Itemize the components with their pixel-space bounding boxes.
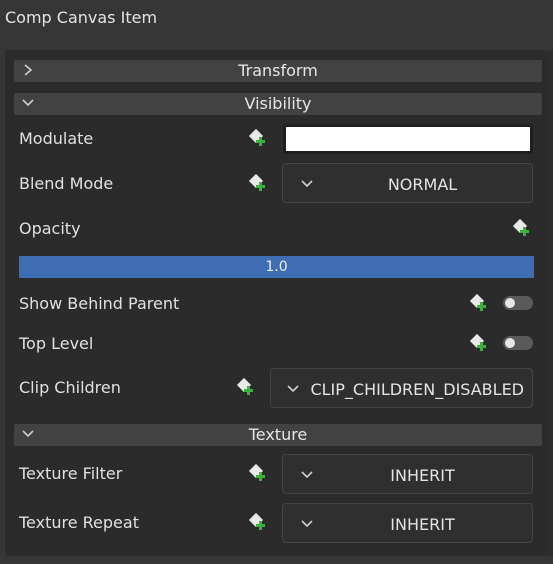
modulate-label: Modulate <box>19 129 94 148</box>
show-behind-parent-label: Show Behind Parent <box>19 294 180 313</box>
blend-mode-label: Blend Mode <box>19 174 114 193</box>
scrollbar-track[interactable] <box>547 50 553 556</box>
texture-repeat-value: INHERIT <box>390 515 455 534</box>
section-texture-label: Texture <box>248 425 308 444</box>
opacity-slider[interactable]: 1.0 <box>19 256 534 278</box>
keyframe-add-icon[interactable] <box>248 128 268 148</box>
top-level-toggle[interactable] <box>503 336 533 350</box>
inspector-title: Comp Canvas Item <box>5 8 158 27</box>
opacity-value: 1.0 <box>265 259 288 275</box>
section-visibility-header[interactable]: Visibility <box>14 93 542 115</box>
texture-filter-value: INHERIT <box>390 466 455 485</box>
keyframe-add-icon[interactable] <box>469 333 489 353</box>
section-visibility-label: Visibility <box>244 94 312 113</box>
modulate-color-fill <box>286 127 530 151</box>
blend-mode-value: NORMAL <box>387 175 458 194</box>
section-texture-header[interactable]: Texture <box>14 424 542 446</box>
opacity-label: Opacity <box>19 219 81 238</box>
keyframe-add-icon[interactable] <box>469 293 489 313</box>
section-transform-label: Transform <box>238 61 318 80</box>
keyframe-add-icon[interactable] <box>248 173 268 193</box>
toggle-knob <box>505 298 515 308</box>
keyframe-add-icon[interactable] <box>236 377 256 397</box>
modulate-color-picker[interactable] <box>283 124 533 154</box>
clip-children-label: Clip Children <box>19 378 121 397</box>
chevron-down-icon <box>287 385 299 393</box>
texture-repeat-label: Texture Repeat <box>19 513 139 532</box>
clip-children-dropdown[interactable]: CLIP_CHILDREN_DISABLED <box>270 368 533 408</box>
top-level-label: Top Level <box>19 334 94 353</box>
toggle-knob <box>505 338 515 348</box>
keyframe-add-icon[interactable] <box>248 512 268 532</box>
show-behind-parent-toggle[interactable] <box>503 296 533 310</box>
clip-children-value: CLIP_CHILDREN_DISABLED <box>310 380 524 399</box>
texture-filter-dropdown[interactable]: INHERIT <box>282 454 533 494</box>
blend-mode-dropdown[interactable]: NORMAL <box>282 163 533 203</box>
texture-filter-label: Texture Filter <box>19 464 123 483</box>
texture-repeat-dropdown[interactable]: INHERIT <box>282 503 533 543</box>
keyframe-add-icon[interactable] <box>512 218 532 238</box>
keyframe-add-icon[interactable] <box>248 463 268 483</box>
section-transform-header[interactable]: Transform <box>14 60 542 82</box>
